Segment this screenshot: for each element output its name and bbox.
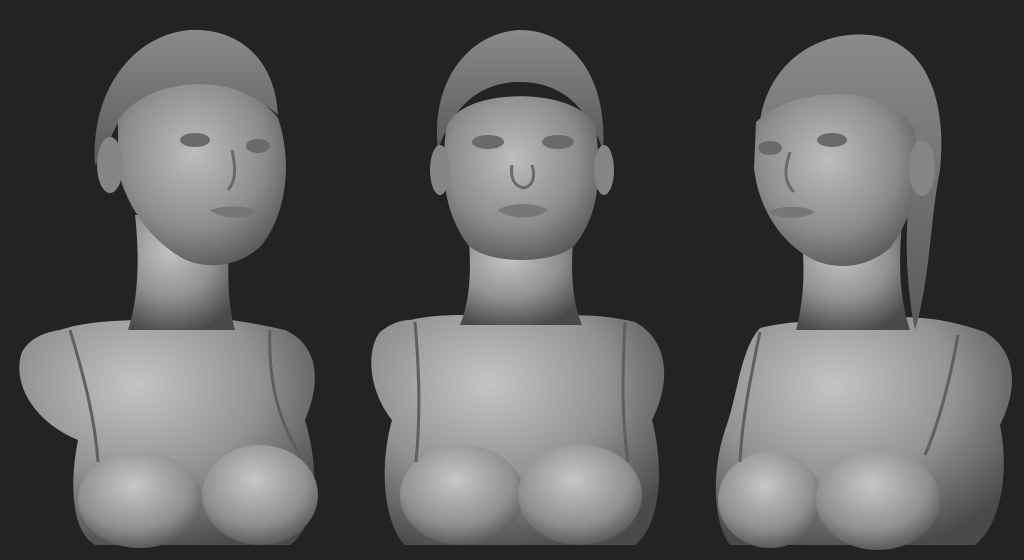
eye-left — [180, 133, 210, 147]
ear-left — [430, 145, 450, 195]
eye-left — [472, 135, 504, 149]
head — [754, 94, 918, 267]
sculpt-render-canvas — [19, 29, 1012, 550]
bust-view-right — [715, 34, 1012, 550]
eye-right — [246, 139, 270, 153]
left-breast — [400, 445, 524, 545]
ear — [909, 140, 935, 196]
left-breast — [78, 452, 202, 548]
bust-view-front — [371, 30, 665, 545]
ear-right — [594, 145, 614, 195]
eye-left — [758, 141, 782, 155]
head — [443, 96, 599, 260]
right-breast — [202, 445, 318, 545]
right-breast — [518, 445, 642, 545]
ear — [97, 137, 123, 193]
eye-right — [817, 133, 847, 147]
bust-view-left — [19, 29, 318, 548]
right-breast — [816, 450, 940, 550]
eye-right — [542, 135, 574, 149]
left-breast — [718, 452, 822, 548]
